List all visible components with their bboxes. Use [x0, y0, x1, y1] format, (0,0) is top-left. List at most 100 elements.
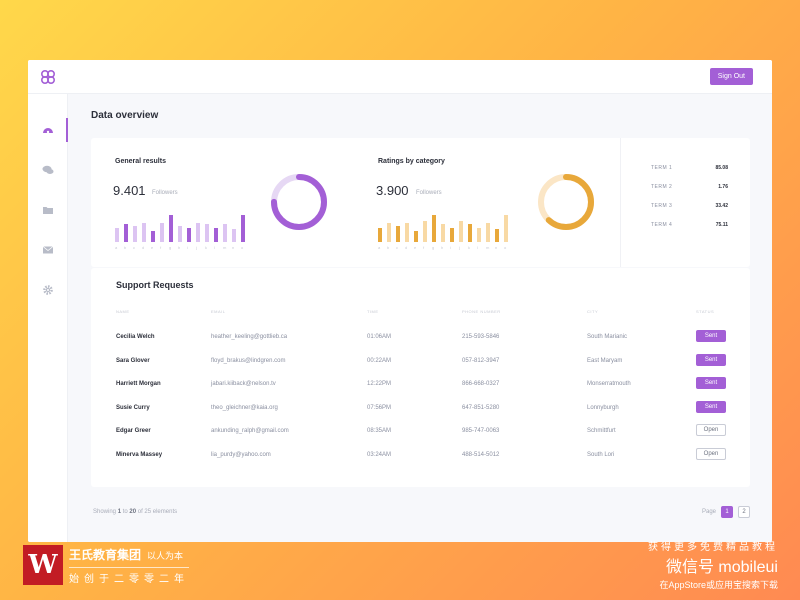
cell-city: South Lori	[587, 451, 615, 458]
page-button-2[interactable]: 2	[738, 506, 750, 518]
term-value: 33.42	[715, 203, 728, 209]
general-bar	[196, 223, 200, 242]
ratings-bar	[486, 223, 490, 242]
ratings-bar	[414, 231, 418, 242]
term-row: TERM 4 75.11	[651, 222, 728, 228]
ratings-bar	[441, 224, 445, 242]
cell-phone: 647-851-5280	[462, 404, 500, 411]
ratings-bar	[387, 223, 391, 242]
table-row[interactable]: Cecilia Welch heather_keeling@gottlieb.ca…	[91, 328, 750, 348]
cell-time: 01:06AM	[367, 334, 392, 340]
dashboard-icon	[42, 128, 53, 134]
general-bar-label: f	[160, 245, 162, 250]
table-row[interactable]: Harriett Morgan jabari.kiiback@nelson.tv 1…	[91, 375, 750, 395]
general-bar-label: g	[169, 245, 172, 250]
brand-since: 始创于二零零二年	[69, 566, 189, 585]
general-bar-label: j	[196, 245, 197, 250]
cell-name: Sara Glover	[116, 357, 150, 364]
sidebar-item-settings[interactable]	[28, 270, 67, 310]
ratings-bar-label: c	[396, 245, 398, 250]
app-window: Sign Out Data overview General results 9…	[28, 60, 772, 542]
cell-name: Harriett Morgan	[116, 381, 161, 387]
pagination: Page 1 2	[702, 506, 750, 518]
status-button[interactable]: Open	[696, 447, 726, 460]
ratings-bar-label: e	[414, 245, 417, 250]
general-donut-chart	[271, 174, 327, 230]
showing-to-word: to	[122, 509, 128, 515]
ratings-bar	[468, 224, 472, 242]
sidebar-item-chat[interactable]	[28, 150, 67, 190]
cell-city: East Maryam	[587, 357, 623, 364]
cell-phone: 488-514-5012	[462, 451, 500, 458]
general-bar	[223, 224, 227, 242]
general-bar-label: e	[151, 245, 154, 250]
column-header-city: CITY	[587, 309, 599, 314]
top-bar: Sign Out	[28, 60, 772, 94]
ratings-bar-chart	[378, 210, 510, 242]
cell-phone: 057-812-3947	[462, 357, 500, 364]
sidebar-item-mail[interactable]	[28, 230, 67, 270]
cell-email: heather_keeling@gottlieb.ca	[211, 334, 288, 340]
table-row[interactable]: Susie Curry theo_gleichner@kaia.org 07:56P…	[91, 399, 750, 419]
column-header-email: EMAIL	[211, 309, 226, 314]
brand-text: 王氏教育集团 以人为本 始创于二零零二年	[69, 546, 189, 585]
cell-time: 08:35AM	[367, 428, 392, 434]
term-label: TERM 2	[651, 184, 673, 190]
table-row[interactable]: Sara Glover floyd_brakus@lindgren.com 00:2…	[91, 352, 750, 372]
general-results-panel: General results 9.401 Followers a b c d e f g h…	[91, 138, 351, 267]
status-button[interactable]: Open	[696, 424, 726, 436]
general-results-unit: Followers	[152, 190, 178, 196]
status-button[interactable]: Sent	[696, 377, 726, 389]
ratings-bar-label: k	[468, 245, 470, 250]
cell-time: 03:24AM	[367, 451, 392, 458]
general-bar-label: a	[115, 245, 118, 250]
status-button[interactable]: Sent	[696, 353, 726, 366]
general-bar	[142, 223, 146, 242]
table-row[interactable]: Edgar Greer ankunding_ralph@gmail.com 08:3…	[91, 422, 750, 442]
sign-out-button[interactable]: Sign Out	[709, 68, 753, 85]
general-bar-label: b	[124, 245, 127, 250]
cell-email: theo_gleichner@kaia.org	[211, 404, 278, 411]
page-button-1[interactable]: 1	[721, 506, 733, 518]
general-bar-chart	[115, 210, 247, 242]
cell-email: jabari.kiiback@nelson.tv	[211, 381, 276, 387]
ratings-bar-label: f	[423, 245, 425, 250]
cell-city: Lonnyburgh	[587, 404, 619, 411]
column-header-status: STATUS	[696, 309, 715, 314]
general-bar	[232, 229, 236, 242]
ratings-bar	[405, 223, 409, 242]
cell-name: Susie Curry	[116, 404, 150, 411]
ratings-value: 3.900	[376, 183, 409, 198]
ratings-bar-label: m	[486, 245, 490, 250]
term-row: TERM 1 85.08	[651, 165, 728, 171]
cell-time: 12:22PM	[367, 381, 392, 387]
term-label: TERM 4	[651, 222, 673, 228]
column-header-name: NAME	[116, 309, 130, 314]
showing-to: 20	[129, 509, 137, 515]
pagination-summary: Showing 1 to 20 of 25 elements	[93, 509, 177, 515]
ratings-bar-label: j	[459, 245, 460, 250]
ratings-bar	[477, 228, 481, 242]
showing-of: of 25 elements	[137, 509, 178, 515]
general-bar	[187, 228, 191, 242]
status-button[interactable]: Sent	[696, 330, 726, 342]
table-row[interactable]: Minerva Massey lia_purdy@yahoo.com 03:24AM…	[91, 446, 750, 466]
ratings-bar-label: h	[441, 245, 444, 250]
app-logo-icon[interactable]	[40, 69, 56, 85]
sidebar-item-dashboard[interactable]	[28, 110, 68, 150]
ratings-bar-label: l	[477, 245, 478, 250]
ratings-panel: Ratings by category 3.900 Followers a b c d…	[353, 138, 594, 267]
ratings-bar-labels: a b c d e f g h i j k l mn o	[378, 245, 510, 251]
ratings-donut-chart	[538, 174, 594, 230]
general-bar-label: h	[178, 245, 181, 250]
sidebar-item-folder[interactable]	[28, 190, 67, 230]
ratings-bar-label: b	[387, 245, 390, 250]
cell-phone: 215-593-5846	[462, 334, 500, 340]
sidebar	[28, 94, 68, 542]
general-bar	[133, 226, 137, 242]
ratings-bar	[504, 215, 508, 242]
term-row: TERM 3 33.42	[651, 203, 728, 209]
ratings-bar	[378, 228, 382, 242]
status-button[interactable]: Sent	[696, 400, 726, 413]
gear-icon	[42, 285, 53, 295]
